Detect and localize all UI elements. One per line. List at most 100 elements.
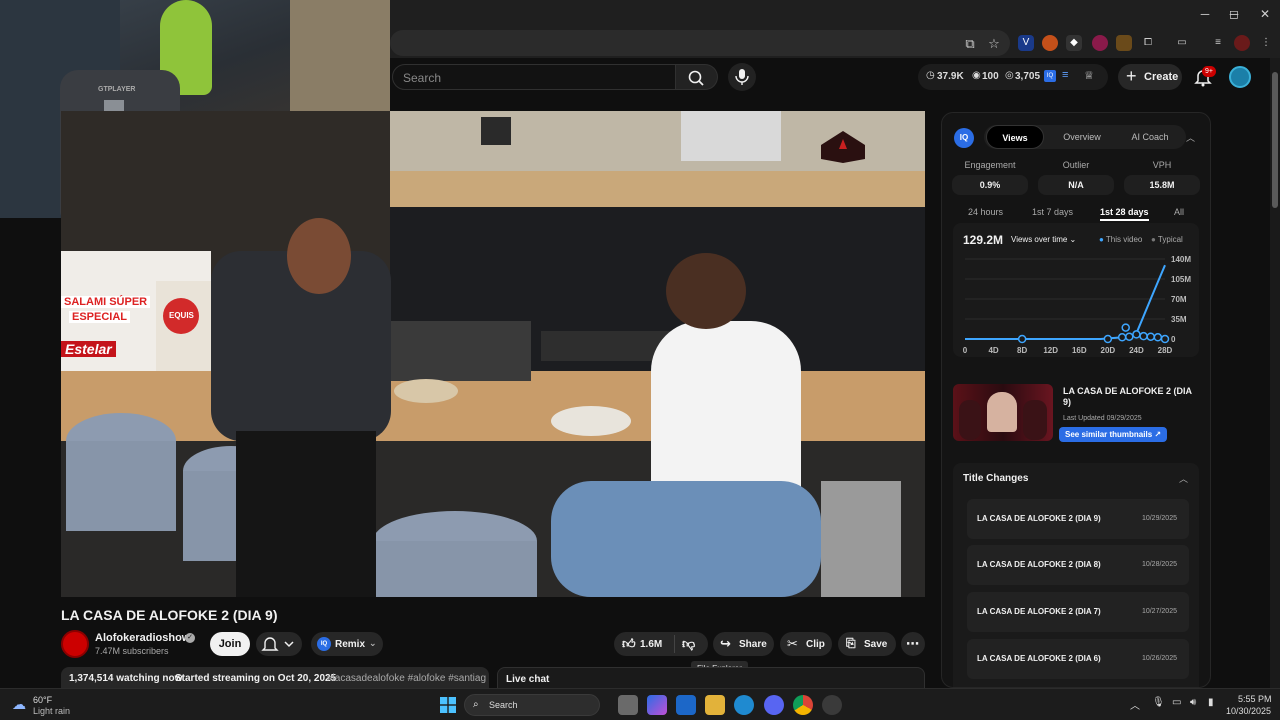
title-change-item[interactable]: LA CASA DE ALOFOKE 2 (DIA 6) 10/26/2025	[967, 639, 1189, 679]
vidiq-remix-icon: IQ	[317, 637, 331, 651]
video-thumbnail[interactable]	[953, 384, 1053, 441]
weather-temperature[interactable]: 60°F	[33, 695, 52, 705]
range-first-7-days[interactable]: 1st 7 days	[1032, 207, 1073, 217]
outlook-icon[interactable]	[676, 695, 696, 715]
title-change-item[interactable]: LA CASA DE ALOFOKE 2 (DIA 8) 10/28/2025	[967, 545, 1189, 585]
like-count[interactable]: 1.6M	[640, 639, 662, 650]
range-24-hours[interactable]: 24 hours	[968, 207, 1003, 217]
vidiq-panel: IQ Views Overview AI Coach ︿ Engagement …	[941, 112, 1211, 688]
close-button[interactable]: ✕	[1255, 4, 1275, 24]
chart-metric-dropdown[interactable]: Views over time ⌄	[1011, 235, 1076, 244]
live-chat-panel[interactable]: Live chat	[497, 667, 925, 689]
bookmark-star-icon[interactable]: ☆	[986, 36, 1002, 52]
omnibox[interactable]: ⧉ ☆	[390, 30, 1010, 56]
chart-y-tick-label: 140M	[1171, 255, 1191, 264]
vidiq-icon[interactable]: IQ	[1044, 70, 1056, 82]
maximize-button[interactable]: ◻	[1224, 4, 1244, 24]
chart-y-tick-label: 0	[1171, 335, 1176, 344]
app-extra-icon[interactable]	[822, 695, 842, 715]
remix-button[interactable]: IQ Remix ⌄	[311, 632, 383, 656]
verified-check-icon: ✓	[185, 633, 195, 643]
search-input[interactable]	[403, 69, 663, 87]
extension-4-icon[interactable]	[1092, 35, 1108, 51]
hashtags[interactable]: #lacasadealofoke #alofoke #santiag	[327, 673, 486, 684]
sidepanel-icon[interactable]: ▭	[1174, 35, 1190, 51]
chart-point-marker	[1121, 323, 1130, 332]
tab-ai-coach[interactable]: AI Coach	[1118, 125, 1182, 149]
windows-start-icon[interactable]	[440, 697, 456, 713]
profile-icon[interactable]	[1234, 35, 1250, 51]
video-player[interactable]: SALAMI SÚPER ESPECIAL Estelar EQUIS	[61, 111, 925, 597]
microphone-tray-icon[interactable]: 🎙︎	[1152, 697, 1165, 708]
clip-button[interactable]: ✂ Clip	[780, 632, 832, 656]
minimize-button-2[interactable]: ─	[1195, 4, 1215, 24]
tab-views[interactable]: Views	[986, 125, 1044, 149]
weather-description[interactable]: Light rain	[33, 706, 70, 716]
menu-kebab-icon[interactable]: ⋮	[1258, 35, 1274, 51]
copilot-icon[interactable]	[647, 695, 667, 715]
extensions-puzzle-icon[interactable]: ⧠	[1140, 35, 1156, 51]
network-icon[interactable]: ▭	[1172, 697, 1181, 708]
chart-x-tick-label: 28D	[1158, 346, 1173, 355]
share-button[interactable]: ↪ Share	[713, 632, 774, 656]
page-scrollbar[interactable]	[1270, 58, 1280, 688]
title-changes-header[interactable]: Title Changes ︿	[953, 463, 1199, 493]
task-view-icon[interactable]	[618, 695, 638, 715]
bars-icon[interactable]: ≡	[1062, 69, 1068, 81]
clock-time[interactable]: 5:55 PM	[1238, 694, 1272, 704]
install-app-icon[interactable]: ⧉	[962, 36, 978, 52]
battery-icon[interactable]: ▮	[1208, 697, 1214, 708]
range-first-28-days[interactable]: 1st 28 days	[1100, 207, 1149, 221]
extension-5-icon[interactable]	[1116, 35, 1132, 51]
discord-icon[interactable]	[764, 695, 784, 715]
chart-x-tick-label: 20D	[1101, 346, 1116, 355]
vidiq-logo: IQ	[954, 128, 974, 148]
collapse-chevron-icon[interactable]: ︿	[1186, 131, 1195, 144]
create-button[interactable]: + Create	[1118, 64, 1182, 90]
microphone-icon	[735, 69, 749, 85]
edge-icon[interactable]	[734, 695, 754, 715]
tray-chevron-icon[interactable]: ︿	[1130, 697, 1140, 712]
bookmark-icon: ⎘	[846, 636, 856, 650]
thumbs-up-icon[interactable]: 👍︎	[622, 636, 636, 652]
thumbs-down-icon[interactable]: 👎︎	[682, 636, 695, 652]
like-dislike-group: 👍︎ 1.6M 👎︎	[614, 632, 708, 656]
title-change-item[interactable]: LA CASA DE ALOFOKE 2 (DIA 7) 10/27/2025	[967, 592, 1189, 632]
notifications-toggle-button[interactable]	[256, 632, 302, 656]
description-box[interactable]: 1,374,514 watching now Started streaming…	[61, 667, 489, 689]
extension-2-icon[interactable]	[1042, 35, 1058, 51]
search-box[interactable]	[392, 64, 676, 90]
range-all[interactable]: All	[1174, 207, 1184, 217]
reading-list-icon[interactable]: ≡	[1210, 35, 1226, 51]
metric-engagement-label: Engagement	[964, 160, 1016, 170]
chart-total: 129.2M	[963, 233, 1004, 247]
title-changes-collapse-icon[interactable]: ︿	[1179, 472, 1188, 485]
vidiq-stats-pill[interactable]: ◷ 37.9K ◉ 100 ◎ 3,705 IQ ≡ ♕	[918, 64, 1108, 90]
trophy-icon[interactable]: ♕	[1084, 69, 1094, 82]
chart-y-tick-label: 70M	[1171, 295, 1187, 304]
taskbar-search[interactable]: ⌕ Search	[464, 694, 600, 716]
channel-name[interactable]: Alofokeradioshow	[95, 632, 190, 644]
join-button[interactable]: Join	[210, 632, 250, 656]
see-similar-thumbnails-button[interactable]: See similar thumbnails ↗	[1059, 427, 1168, 442]
more-actions-button[interactable]: ⋯	[901, 632, 925, 656]
weather-cloud-icon[interactable]: ☁	[12, 696, 26, 713]
clock-date[interactable]: 10/30/2025	[1226, 706, 1271, 716]
title-changes-list: LA CASA DE ALOFOKE 2 (DIA 9) 10/29/2025 …	[953, 493, 1199, 687]
video-title: LA CASA DE ALOFOKE 2 (DIA 9)	[61, 607, 278, 623]
extension-1-icon[interactable]: V	[1018, 35, 1034, 51]
tab-overview[interactable]: Overview	[1050, 125, 1114, 149]
voice-search-button[interactable]	[728, 63, 756, 91]
search-button[interactable]	[676, 64, 718, 90]
chrome-icon[interactable]	[793, 695, 813, 715]
save-button[interactable]: ⎘ Save	[838, 632, 896, 656]
volume-icon[interactable]: 🔊︎	[1190, 697, 1196, 708]
file-explorer-icon[interactable]	[705, 695, 725, 715]
metric-engagement-value: 0.9%	[952, 175, 1028, 195]
extension-3-icon[interactable]: ◆	[1066, 35, 1082, 51]
title-change-item[interactable]: LA CASA DE ALOFOKE 2 (DIA 9) 10/29/2025	[967, 499, 1189, 539]
channel-avatar[interactable]	[61, 630, 89, 658]
account-avatar[interactable]	[1229, 66, 1251, 88]
scrollbar-thumb[interactable]	[1272, 72, 1278, 208]
chart-x-tick-label: 16D	[1072, 346, 1087, 355]
